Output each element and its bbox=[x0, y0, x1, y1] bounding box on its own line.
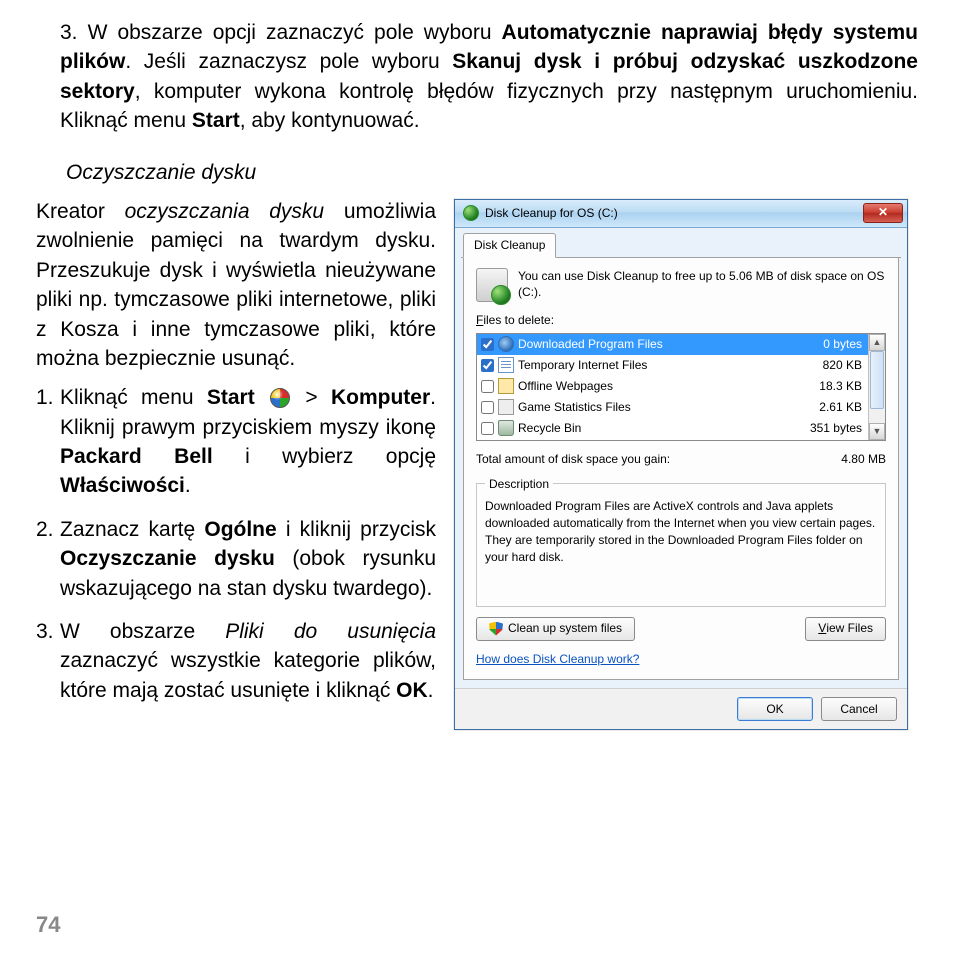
description-group: Description Downloaded Program Files are… bbox=[476, 476, 886, 607]
file-name: Temporary Internet Files bbox=[518, 357, 796, 374]
file-type-icon bbox=[498, 336, 514, 352]
file-type-icon bbox=[498, 378, 514, 394]
description-text: Downloaded Program Files are ActiveX con… bbox=[485, 498, 877, 565]
list-item-1: 1.Kliknąć menu Start > Komputer. Kliknij… bbox=[60, 383, 436, 501]
file-type-icon bbox=[498, 420, 514, 436]
help-link[interactable]: How does Disk Cleanup work? bbox=[476, 651, 639, 668]
cleanup-summary-text: You can use Disk Cleanup to free up to 5… bbox=[518, 268, 886, 302]
window-title: Disk Cleanup for OS (C:) bbox=[485, 205, 618, 222]
ok-button[interactable]: OK bbox=[737, 697, 813, 721]
paragraph-step3: 3. W obszarze opcji zaznaczyć pole wybor… bbox=[60, 18, 918, 136]
file-checkbox[interactable] bbox=[481, 359, 494, 372]
file-row[interactable]: Game Statistics Files2.61 KB bbox=[477, 397, 868, 418]
list-number: 3. bbox=[60, 21, 78, 44]
file-row[interactable]: Recycle Bin351 bytes bbox=[477, 418, 868, 439]
page-number: 74 bbox=[36, 912, 60, 938]
files-listbox[interactable]: Downloaded Program Files0 bytesTemporary… bbox=[476, 333, 886, 441]
app-icon bbox=[463, 205, 479, 221]
file-name: Recycle Bin bbox=[518, 420, 796, 437]
drive-icon bbox=[476, 268, 508, 302]
file-row[interactable]: Downloaded Program Files0 bytes bbox=[477, 334, 868, 355]
view-files-button[interactable]: View Files bbox=[805, 617, 886, 641]
total-value: 4.80 MB bbox=[841, 451, 886, 468]
file-checkbox[interactable] bbox=[481, 380, 494, 393]
left-column: Kreator oczyszczania dysku umożliwia zwo… bbox=[36, 197, 436, 730]
scroll-thumb[interactable] bbox=[870, 351, 884, 409]
windows-orb-icon bbox=[270, 388, 290, 408]
file-checkbox[interactable] bbox=[481, 338, 494, 351]
file-size: 18.3 KB bbox=[796, 378, 862, 395]
file-name: Game Statistics Files bbox=[518, 399, 796, 416]
files-to-delete-label: Files to delete: bbox=[476, 312, 886, 329]
subheading: Oczyszczanie dysku bbox=[66, 158, 918, 187]
list-item-3: 3.W obszarze Pliki do usunięcia zaznaczy… bbox=[60, 617, 436, 705]
total-label: Total amount of disk space you gain: bbox=[476, 451, 670, 468]
file-type-icon bbox=[498, 357, 514, 373]
titlebar[interactable]: Disk Cleanup for OS (C:) ✕ bbox=[455, 200, 907, 228]
file-name: Offline Webpages bbox=[518, 378, 796, 395]
scroll-down-button[interactable]: ▼ bbox=[869, 423, 885, 440]
file-checkbox[interactable] bbox=[481, 422, 494, 435]
tab-disk-cleanup[interactable]: Disk Cleanup bbox=[463, 233, 556, 258]
shield-icon bbox=[489, 622, 503, 636]
file-name: Downloaded Program Files bbox=[518, 336, 796, 353]
file-checkbox[interactable] bbox=[481, 401, 494, 414]
description-legend: Description bbox=[485, 476, 553, 493]
disk-cleanup-dialog: Disk Cleanup for OS (C:) ✕ Disk Cleanup … bbox=[454, 199, 908, 730]
cancel-button[interactable]: Cancel bbox=[821, 697, 897, 721]
document-body: 3. W obszarze opcji zaznaczyć pole wybor… bbox=[36, 18, 918, 730]
scrollbar[interactable]: ▲ ▼ bbox=[868, 334, 885, 440]
intro-paragraph: Kreator oczyszczania dysku umożliwia zwo… bbox=[36, 197, 436, 373]
file-size: 2.61 KB bbox=[796, 399, 862, 416]
file-size: 0 bytes bbox=[796, 336, 862, 353]
scroll-up-button[interactable]: ▲ bbox=[869, 334, 885, 351]
file-size: 351 bytes bbox=[796, 420, 862, 437]
close-button[interactable]: ✕ bbox=[863, 203, 903, 223]
file-row[interactable]: Offline Webpages18.3 KB bbox=[477, 376, 868, 397]
tabstrip: Disk Cleanup bbox=[461, 234, 901, 258]
file-row[interactable]: Temporary Internet Files820 KB bbox=[477, 355, 868, 376]
list-item-2: 2.Zaznacz kartę Ogólne i kliknij przycis… bbox=[60, 515, 436, 603]
cleanup-system-files-button[interactable]: Clean up system files bbox=[476, 617, 635, 641]
file-type-icon bbox=[498, 399, 514, 415]
file-size: 820 KB bbox=[796, 357, 862, 374]
